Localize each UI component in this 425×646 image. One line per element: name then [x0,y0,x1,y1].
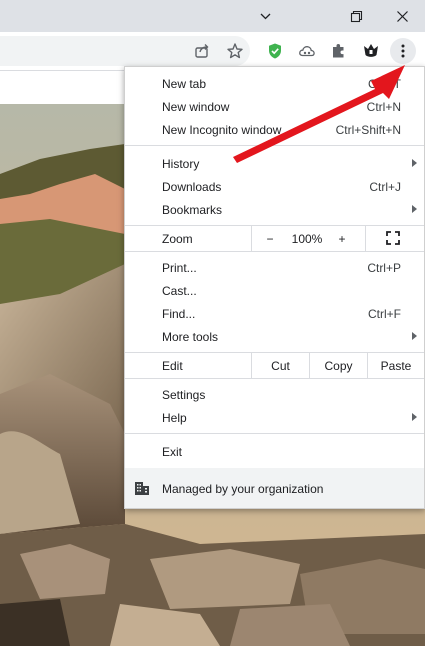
menu-item-label: Exit [162,445,183,459]
share-button[interactable] [189,38,215,64]
building-icon [135,482,149,495]
menu-item-print[interactable]: Print... Ctrl+P [125,256,424,279]
restore-icon [350,10,362,22]
close-window-button[interactable] [379,0,425,32]
fullscreen-button[interactable] [386,231,400,245]
menu-item-label: Settings [162,388,206,402]
menu-item-label: More tools [162,330,219,344]
menu-item-find[interactable]: Find... Ctrl+F [125,302,424,325]
fullscreen-icon [386,231,400,245]
chevron-down-icon [260,13,270,19]
menu-item-downloads[interactable]: Downloads Ctrl+J [125,175,424,198]
submenu-arrow-icon [412,332,417,340]
copy-button[interactable]: Copy [310,353,367,378]
menu-item-label: New tab [162,77,207,91]
zoom-out-button[interactable]: − [263,232,277,246]
menu-item-label: Cast... [162,284,197,298]
edit-row: Edit Cut Copy Paste [125,353,424,378]
share-icon [195,44,209,58]
zoom-label: Zoom [162,232,193,246]
restore-button[interactable] [333,0,379,32]
menu-item-label: Bookmarks [162,203,223,217]
menu-item-more-tools[interactable]: More tools [125,325,424,348]
zoom-level: 100% [291,232,323,246]
menu-item-label: Downloads [162,180,222,194]
red-annotation-arrow-icon [233,65,405,163]
menu-item-label: Help [162,411,187,425]
menu-divider [125,378,424,379]
menu-item-shortcut: Ctrl+F [368,307,401,321]
managed-label: Managed by your organization [162,482,324,496]
managed-by-organization[interactable]: Managed by your organization [125,468,424,508]
cut-button[interactable]: Cut [252,353,309,378]
menu-divider [125,251,424,252]
zoom-separator [365,226,366,251]
submenu-arrow-icon [412,205,417,213]
menu-item-label: Find... [162,307,196,321]
menu-item-label: New window [162,100,230,114]
menu-item-help[interactable]: Help [125,406,424,429]
zoom-row: Zoom − 100% + [125,226,424,251]
menu-item-settings[interactable]: Settings [125,383,424,406]
paste-button[interactable]: Paste [368,353,424,378]
submenu-arrow-icon [412,413,417,421]
menu-item-shortcut: Ctrl+P [367,261,401,275]
menu-item-exit[interactable]: Exit [125,440,424,463]
close-icon [396,10,408,22]
menu-divider [125,433,424,434]
menu-item-label: Print... [162,261,197,275]
title-bar [0,0,425,32]
zoom-in-button[interactable]: + [335,232,349,246]
menu-item-shortcut: Ctrl+J [369,180,401,194]
zoom-separator [251,226,252,251]
menu-item-bookmarks[interactable]: Bookmarks [125,198,424,221]
menu-item-label: History [162,157,200,171]
menu-item-cast[interactable]: Cast... [125,279,424,302]
tab-search-button[interactable] [242,0,288,32]
edit-label: Edit [162,359,183,373]
